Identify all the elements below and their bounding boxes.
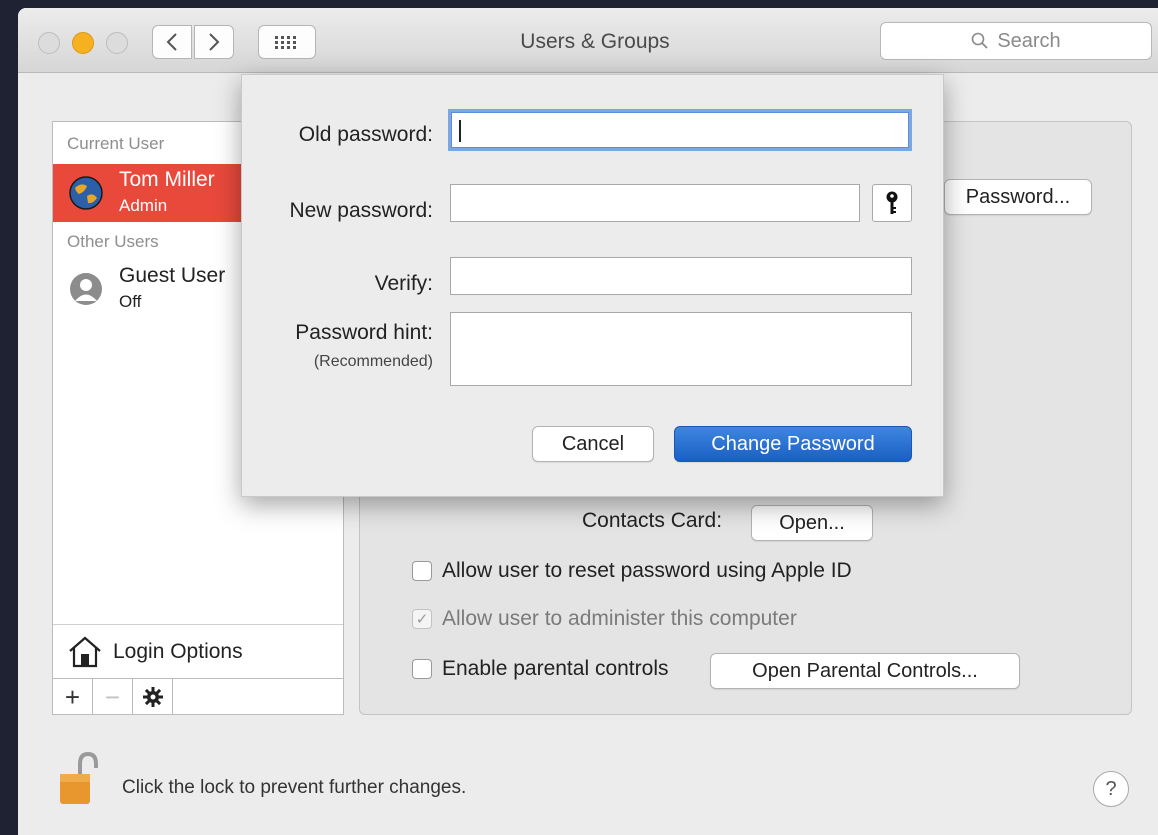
- search-field[interactable]: Search: [880, 22, 1152, 60]
- password-hint-sublabel: (Recommended): [313, 353, 433, 370]
- password-assistant-button[interactable]: [872, 184, 912, 222]
- text-caret: [459, 120, 461, 142]
- new-password-field[interactable]: [450, 184, 860, 222]
- key-icon: [886, 191, 898, 214]
- checkbox-box[interactable]: [412, 659, 432, 679]
- search-placeholder: Search: [997, 29, 1061, 52]
- lock-status-text: Click the lock to prevent further change…: [122, 777, 467, 798]
- password-hint-field[interactable]: [450, 312, 912, 386]
- lock-button[interactable]: [58, 750, 98, 813]
- verify-label: Verify:: [374, 272, 433, 295]
- open-parental-controls-button[interactable]: Open Parental Controls...: [710, 653, 1020, 689]
- unlocked-padlock-icon: [60, 751, 98, 804]
- title-bar: Users & Groups Search: [18, 8, 1158, 73]
- other-users-section-label: Other Users: [67, 232, 159, 251]
- remove-user-button[interactable]: −: [93, 679, 133, 715]
- help-button[interactable]: ?: [1093, 771, 1129, 807]
- verify-field[interactable]: [450, 257, 912, 295]
- house-icon: [69, 636, 101, 668]
- change-password-sheet: Old password: New password: Verify: Pass…: [241, 74, 944, 497]
- contacts-card-label: Contacts Card:: [582, 509, 723, 532]
- login-options-item[interactable]: Login Options: [53, 624, 343, 679]
- password-hint-label: Password hint:: [295, 321, 433, 344]
- new-password-label: New password:: [289, 199, 433, 222]
- user-role: Off: [119, 292, 142, 311]
- system-preferences-window: Users & Groups Search Current User Tom M…: [18, 8, 1158, 835]
- user-name: Guest User: [119, 264, 226, 287]
- sidebar-toolbar: + −: [53, 678, 343, 715]
- administer-computer-checkbox: ✓ Allow user to administer this computer: [412, 607, 797, 631]
- old-password-label: Old password:: [298, 123, 433, 146]
- login-options-label: Login Options: [113, 640, 243, 663]
- action-menu-button[interactable]: [133, 679, 173, 715]
- user-role: Admin: [119, 196, 168, 215]
- add-user-button[interactable]: +: [53, 679, 93, 715]
- checkbox-box: ✓: [412, 609, 432, 629]
- current-user-section-label: Current User: [67, 134, 165, 153]
- person-avatar-icon: [70, 273, 102, 305]
- open-contacts-card-button[interactable]: Open...: [751, 505, 873, 541]
- parental-controls-checkbox[interactable]: Enable parental controls: [412, 657, 668, 681]
- gear-icon: [142, 687, 163, 707]
- checkbox-label: Allow user to administer this computer: [442, 607, 797, 630]
- old-password-field[interactable]: [448, 109, 912, 151]
- checkbox-label: Allow user to reset password using Apple…: [442, 559, 852, 582]
- checkbox-label: Enable parental controls: [442, 657, 669, 680]
- checkbox-box[interactable]: [412, 561, 432, 581]
- user-name: Tom Miller: [119, 168, 215, 191]
- reset-password-apple-id-checkbox[interactable]: Allow user to reset password using Apple…: [412, 559, 852, 583]
- change-password-confirm-button[interactable]: Change Password: [674, 426, 912, 462]
- change-password-button[interactable]: Password...: [944, 179, 1092, 215]
- search-icon: [972, 32, 988, 49]
- globe-avatar-icon: [69, 176, 103, 210]
- cancel-button[interactable]: Cancel: [532, 426, 654, 462]
